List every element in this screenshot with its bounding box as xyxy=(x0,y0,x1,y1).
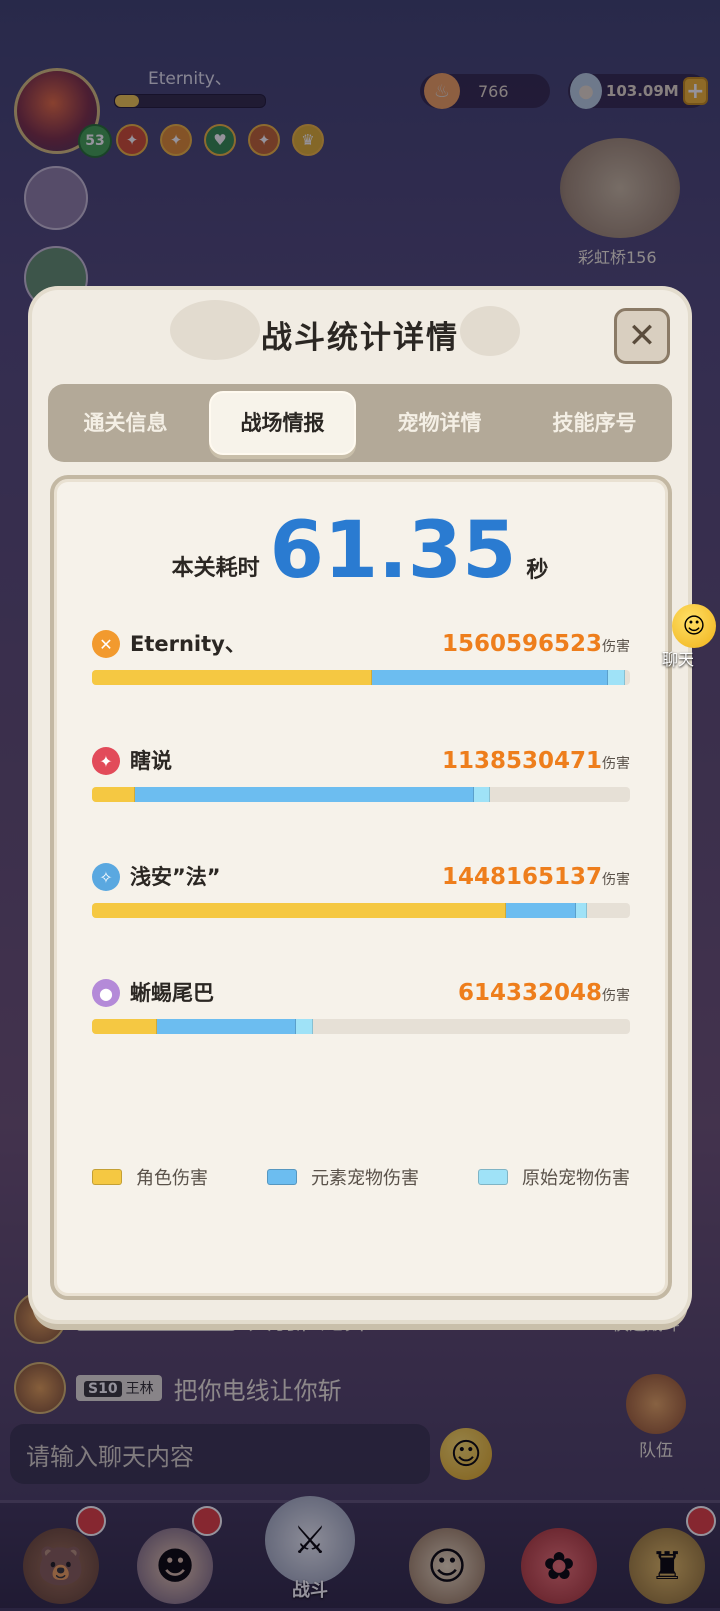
damage-value: 614332048 xyxy=(457,980,602,1006)
tab-pet-details[interactable]: 宠物详情 xyxy=(368,393,511,453)
dialog-title: 战斗统计详情 xyxy=(261,320,459,356)
element-pet-damage-segment xyxy=(371,670,609,685)
orb-icon: ● xyxy=(92,979,120,1007)
tab-clear-info[interactable]: 通关信息 xyxy=(54,393,197,453)
legend-swatch xyxy=(478,1169,508,1185)
time-label: 本关耗时 xyxy=(171,556,260,581)
clear-time: 本关耗时 61.35 秒 xyxy=(0,510,720,592)
player-damage-row: ✦ 瞎说 1138530471 伤害 xyxy=(92,747,630,837)
role-damage-segment xyxy=(92,1019,157,1034)
legend-swatch xyxy=(267,1169,297,1185)
role-damage-segment xyxy=(92,787,136,802)
damage-unit: 伤害 xyxy=(602,639,630,655)
damage-bar xyxy=(92,903,630,918)
mask-icon: ✦ xyxy=(92,747,120,775)
player-name: 瞎说 xyxy=(130,749,172,773)
time-value: 61.35 xyxy=(269,506,517,596)
staff-icon: ✧ xyxy=(92,863,120,891)
damage-unit: 伤害 xyxy=(602,988,630,1004)
chat-float-button[interactable]: ☺ 聊天 xyxy=(648,604,718,669)
player-damage-row: ✧ 浅安”法” 1448165137 伤害 xyxy=(92,863,630,953)
damage-value: 1448165137 xyxy=(441,864,602,890)
damage-bar xyxy=(92,670,630,685)
player-damage-row: ✕ Eternity、 1560596523 伤害 xyxy=(92,630,630,720)
player-name: Eternity、 xyxy=(130,632,246,656)
element-pet-damage-segment xyxy=(135,787,474,802)
legend-item: 原始宠物伤害 xyxy=(478,1164,630,1190)
damage-value: 1138530471 xyxy=(441,748,602,774)
player-damage-row: ● 蜥蜴尾巴 614332048 伤害 xyxy=(92,979,630,1069)
original-pet-damage-segment xyxy=(576,903,587,918)
damage-bar xyxy=(92,787,630,802)
damage-bar xyxy=(92,1019,630,1034)
legend: 角色伤害 元素宠物伤害 原始宠物伤害 xyxy=(92,1164,630,1190)
legend-item: 元素宠物伤害 xyxy=(267,1164,419,1190)
original-pet-damage-segment xyxy=(608,670,625,685)
element-pet-damage-segment xyxy=(506,903,577,918)
legend-item: 角色伤害 xyxy=(92,1164,208,1190)
tab-skill-order[interactable]: 技能序号 xyxy=(523,393,666,453)
damage-value: 1560596523 xyxy=(441,631,602,657)
damage-unit: 伤害 xyxy=(602,756,630,772)
chat-emoji-icon: ☺ xyxy=(672,604,716,648)
close-button[interactable]: ✕ xyxy=(614,308,670,364)
player-name: 蜥蜴尾巴 xyxy=(130,981,214,1005)
tab-bar: 通关信息 战场情报 宠物详情 技能序号 xyxy=(48,384,672,462)
chat-float-label: 聊天 xyxy=(662,650,695,669)
crossed-swords-icon: ✕ xyxy=(92,630,120,658)
original-pet-damage-segment xyxy=(473,787,491,802)
element-pet-damage-segment xyxy=(156,1019,297,1034)
legend-swatch xyxy=(92,1169,122,1185)
damage-unit: 伤害 xyxy=(602,872,630,888)
role-damage-segment xyxy=(92,670,372,685)
role-damage-segment xyxy=(92,903,507,918)
tab-battle-intel[interactable]: 战场情报 xyxy=(209,391,356,455)
player-name: 浅安”法” xyxy=(130,865,221,889)
time-unit: 秒 xyxy=(526,558,549,583)
original-pet-damage-segment xyxy=(296,1019,313,1034)
